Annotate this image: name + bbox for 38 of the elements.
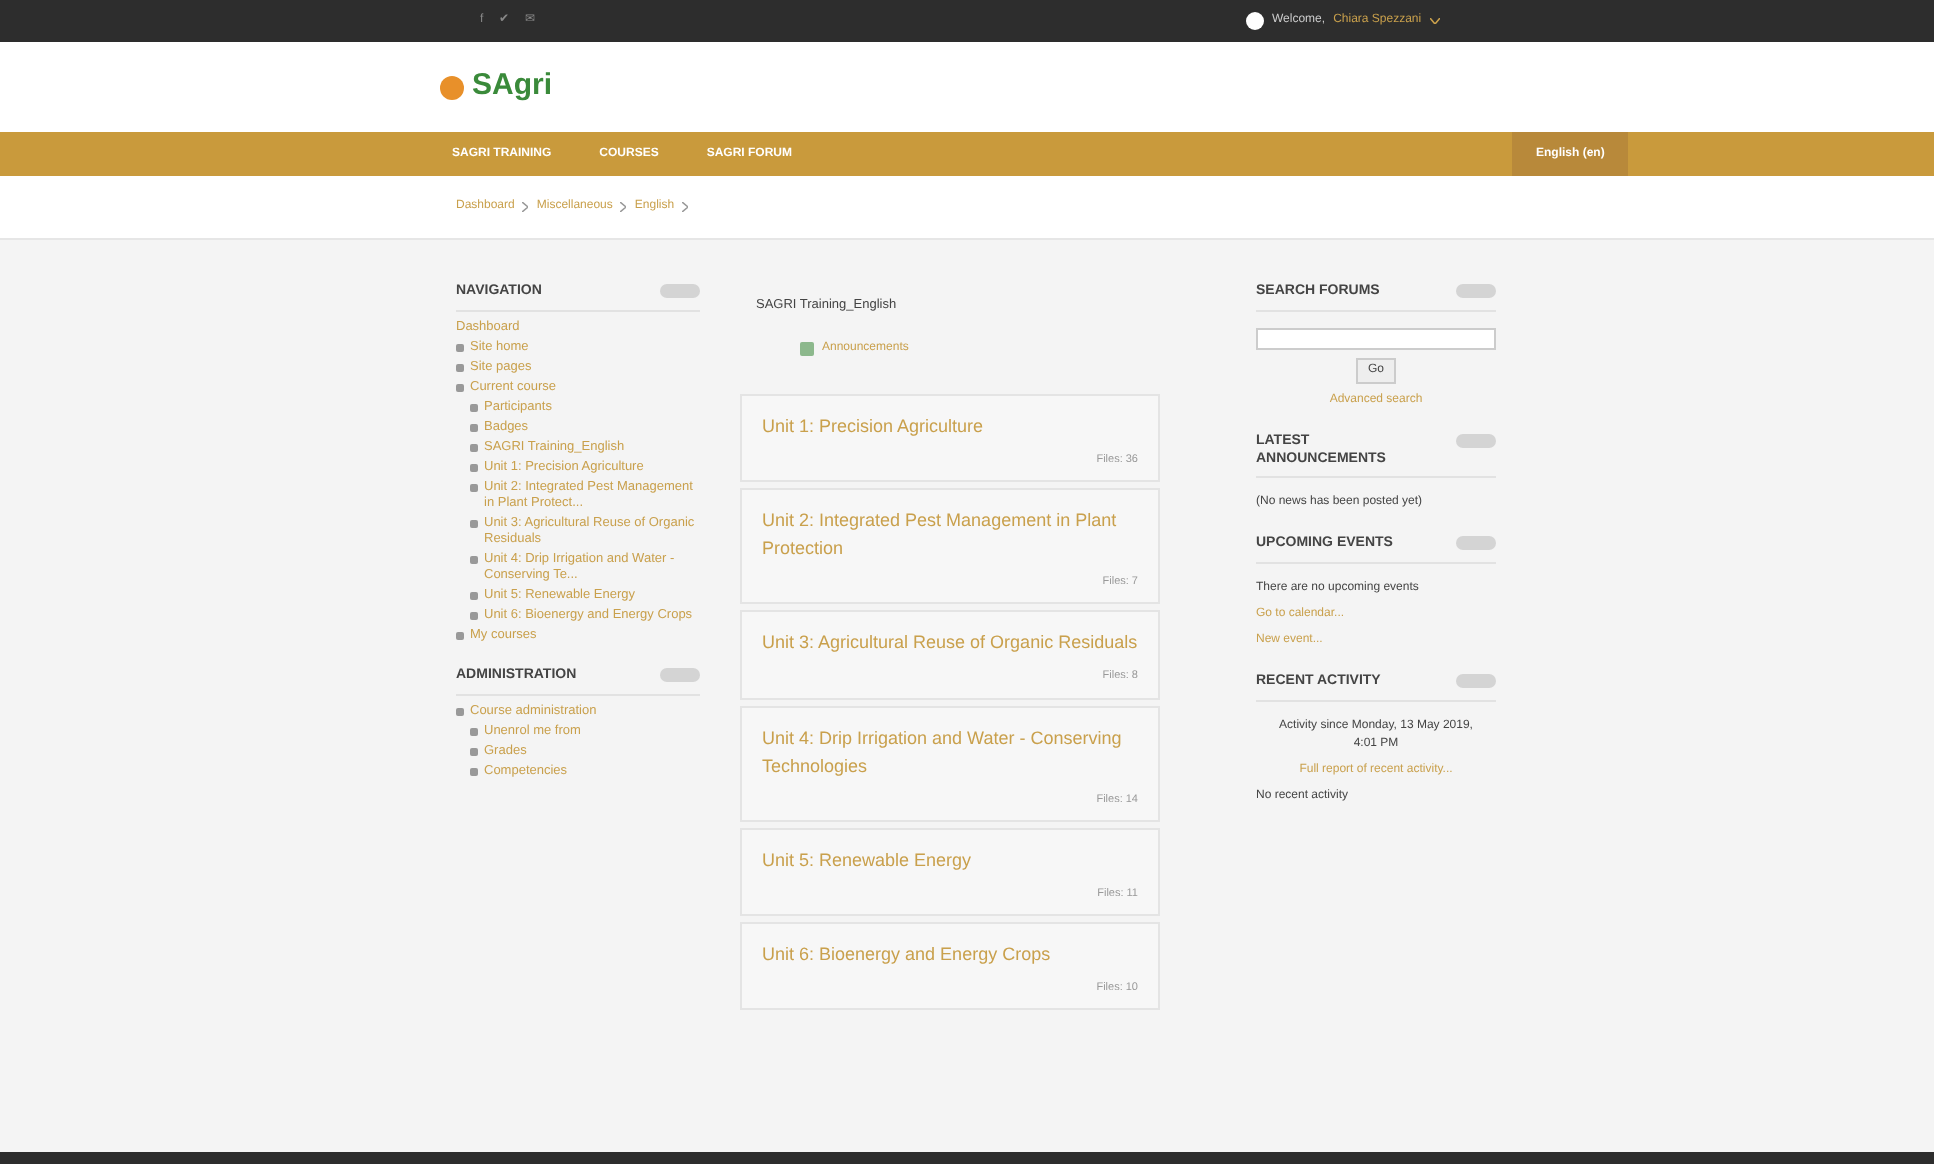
bullet-icon [470,727,478,735]
bullet-icon [470,463,478,472]
bullet-icon [456,363,464,372]
collapse-control[interactable] [1456,284,1496,298]
avatar-icon [1246,12,1264,30]
unit-link[interactable]: Unit 1: Precision Agriculture [762,411,1138,440]
bullet-icon [456,343,464,352]
bullet-icon [456,707,464,715]
collapse-control[interactable] [660,667,700,682]
search-field[interactable] [1256,327,1496,350]
bullet-icon [470,747,478,755]
unit-link[interactable]: Unit 4: Drip Irrigation and Water - Conserving Technologies [762,723,1138,779]
collapse-control[interactable] [1456,536,1496,551]
chevron-right-icon [682,202,689,212]
bullet-icon [470,519,478,528]
bullet-icon [470,611,478,620]
collapse-control[interactable] [1456,674,1496,688]
unit-link[interactable]: Unit 3: Agricultural Reuse of Organic Residuals [762,628,1138,657]
bullet-icon [470,483,478,492]
bullet-icon [470,767,478,775]
bullet-icon [470,423,478,432]
collapse-control[interactable] [1456,433,1496,448]
logo-text: SAgri [472,66,553,107]
bullet-icon [470,555,478,564]
chevron-down-icon [1429,18,1440,24]
forum-icon [800,341,814,356]
chevron-right-icon [620,202,627,212]
unit-link[interactable]: Unit 2: Integrated Pest Management in Plant Protection [762,506,1138,562]
unit-link[interactable]: Unit 6: Bioenergy and Energy Crops [762,940,1138,968]
bullet-icon [470,443,478,452]
bullet-icon [470,591,478,600]
collapse-control[interactable] [660,284,700,298]
bullet-icon [470,403,478,412]
bullet-icon [456,631,464,640]
bullet-icon [456,383,464,392]
chevron-right-icon [522,202,529,212]
logo-icon [440,75,464,99]
unit-link[interactable]: Unit 5: Renewable Energy [762,845,1138,874]
